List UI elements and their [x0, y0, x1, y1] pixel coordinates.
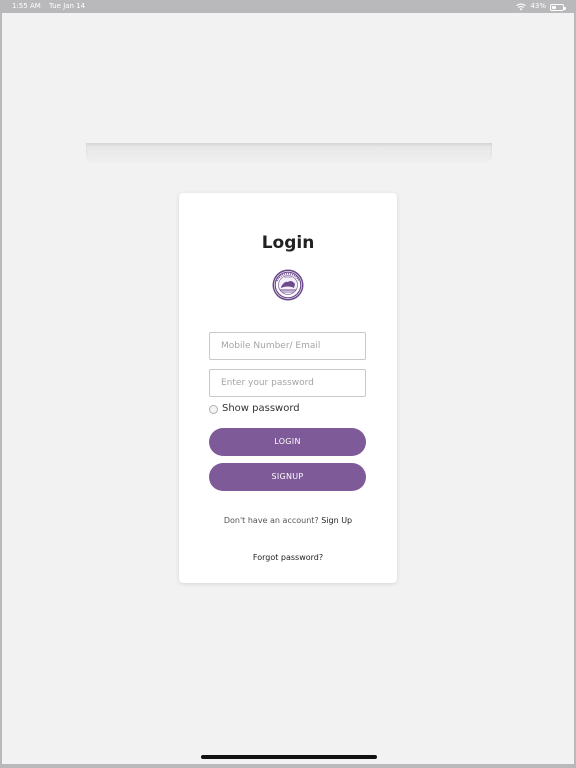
- top-header-bar: [86, 143, 492, 163]
- signup-prompt: Don't have an account? Sign Up: [179, 516, 397, 525]
- login-card: Login Show password LOGIN SIGNUP Don't h…: [179, 193, 397, 583]
- email-field[interactable]: [209, 332, 366, 360]
- sign-up-link[interactable]: Sign Up: [321, 516, 352, 525]
- show-password-row[interactable]: Show password: [209, 402, 300, 414]
- school-crest-logo: [272, 269, 304, 301]
- battery-percent: 43%: [530, 2, 546, 10]
- home-indicator[interactable]: [201, 755, 377, 759]
- status-bar: 1:55 AM Tue Jan 14 43%: [0, 0, 576, 13]
- status-right: 43%: [516, 0, 566, 13]
- signup-button[interactable]: SIGNUP: [209, 463, 366, 491]
- battery-fill: [552, 5, 557, 9]
- password-field[interactable]: [209, 369, 366, 397]
- show-password-label: Show password: [222, 402, 300, 414]
- page-title: Login: [261, 233, 315, 253]
- app-screen: Login Show password LOGIN SIGNUP Don't h…: [2, 13, 574, 764]
- no-account-text: Don't have an account?: [223, 516, 319, 525]
- status-date: Tue Jan 14: [49, 2, 86, 10]
- show-password-checkbox[interactable]: [209, 405, 218, 414]
- status-left: 1:55 AM Tue Jan 14: [12, 0, 91, 13]
- login-button[interactable]: LOGIN: [209, 428, 366, 456]
- forgot-password-link[interactable]: Forgot password?: [179, 553, 397, 562]
- battery-icon: [550, 3, 566, 11]
- status-time: 1:55 AM: [12, 2, 41, 10]
- wifi-icon: [516, 3, 527, 11]
